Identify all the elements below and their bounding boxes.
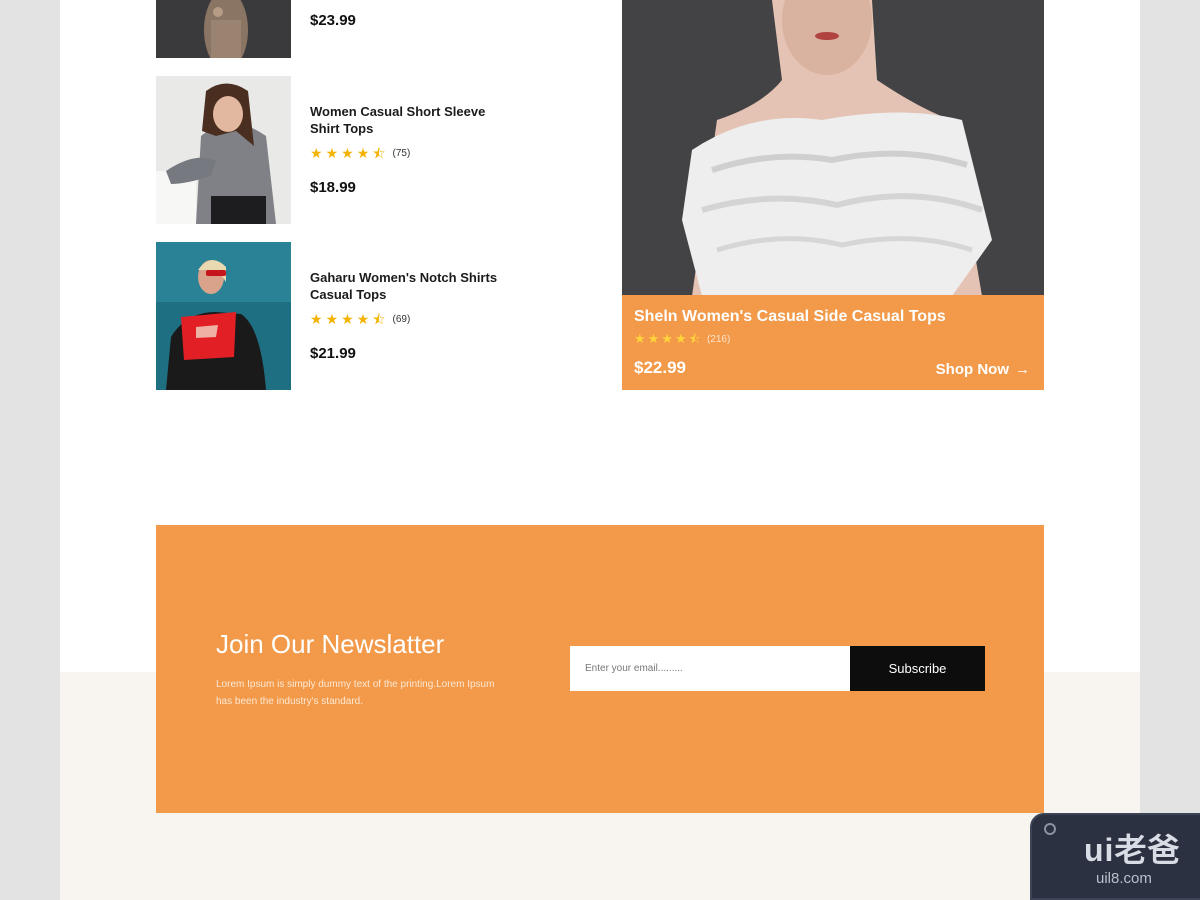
circle-icon [1044,823,1056,835]
product-price: $21.99 [310,345,356,362]
star-half-icon: ⯪ [688,331,701,346]
product-image[interactable] [156,76,291,224]
star-half-icon: ⯪ [372,145,386,161]
product-price: $18.99 [310,179,356,196]
star-icon: ★ [356,145,370,161]
product-image[interactable] [156,242,291,390]
review-count: (216) [706,333,731,345]
product-title[interactable]: Gaharu Women's Notch Shirts Casual Tops [310,269,510,303]
featured-title[interactable]: Sheln Women's Casual Side Casual Tops [634,308,946,326]
product-rating: ★ ★ ★ ★ ⯪ (69) [310,312,410,326]
watermark: ui老爸 uil8.com [1030,813,1200,900]
shop-now-label: Shop Now [935,361,1009,378]
featured-image[interactable] [622,0,1044,296]
watermark-logo: ui老爸 [1084,832,1181,868]
product-image[interactable] [156,0,291,58]
product-title[interactable]: Women Casual Short Sleeve Shirt Tops [310,103,510,137]
shop-now-button[interactable]: Shop Now → [936,361,1030,378]
email-input[interactable] [570,646,850,691]
watermark-url: uil8.com [1096,870,1152,887]
star-icon: ★ [325,145,339,161]
star-icon: ★ [661,331,673,346]
newsletter-description: Lorem Ipsum is simply dummy text of the … [216,679,495,707]
star-icon: ★ [356,311,370,327]
page: $23.99 Women Casual Short Sleeve Shirt T… [60,0,1140,900]
star-icon: ★ [310,145,323,161]
featured-price: $22.99 [634,358,686,377]
star-icon: ★ [674,331,687,346]
star-icon: ★ [310,311,323,327]
subscribe-button[interactable]: Subscribe [850,646,985,691]
star-icon: ★ [634,331,646,346]
featured-info: Sheln Women's Casual Side Casual Tops ★ … [622,295,1044,390]
star-icon: ★ [325,311,339,327]
review-count: (75) [392,147,411,159]
product-price: $23.99 [310,12,356,29]
newsletter-section: Join Our Newslatter Lorem Ipsum is simpl… [156,525,1044,813]
star-icon: ★ [647,331,660,346]
newsletter-title: Join Our Newslatter [216,629,445,659]
product-rating: ★ ★ ★ ★ ⯪ (75) [310,146,410,160]
star-half-icon: ⯪ [372,311,386,327]
arrow-right-icon: → [1015,361,1030,378]
featured-rating: ★ ★ ★ ★ ⯪ (216) [634,332,730,346]
review-count: (69) [392,313,411,325]
star-icon: ★ [341,145,354,161]
star-icon: ★ [341,311,354,327]
